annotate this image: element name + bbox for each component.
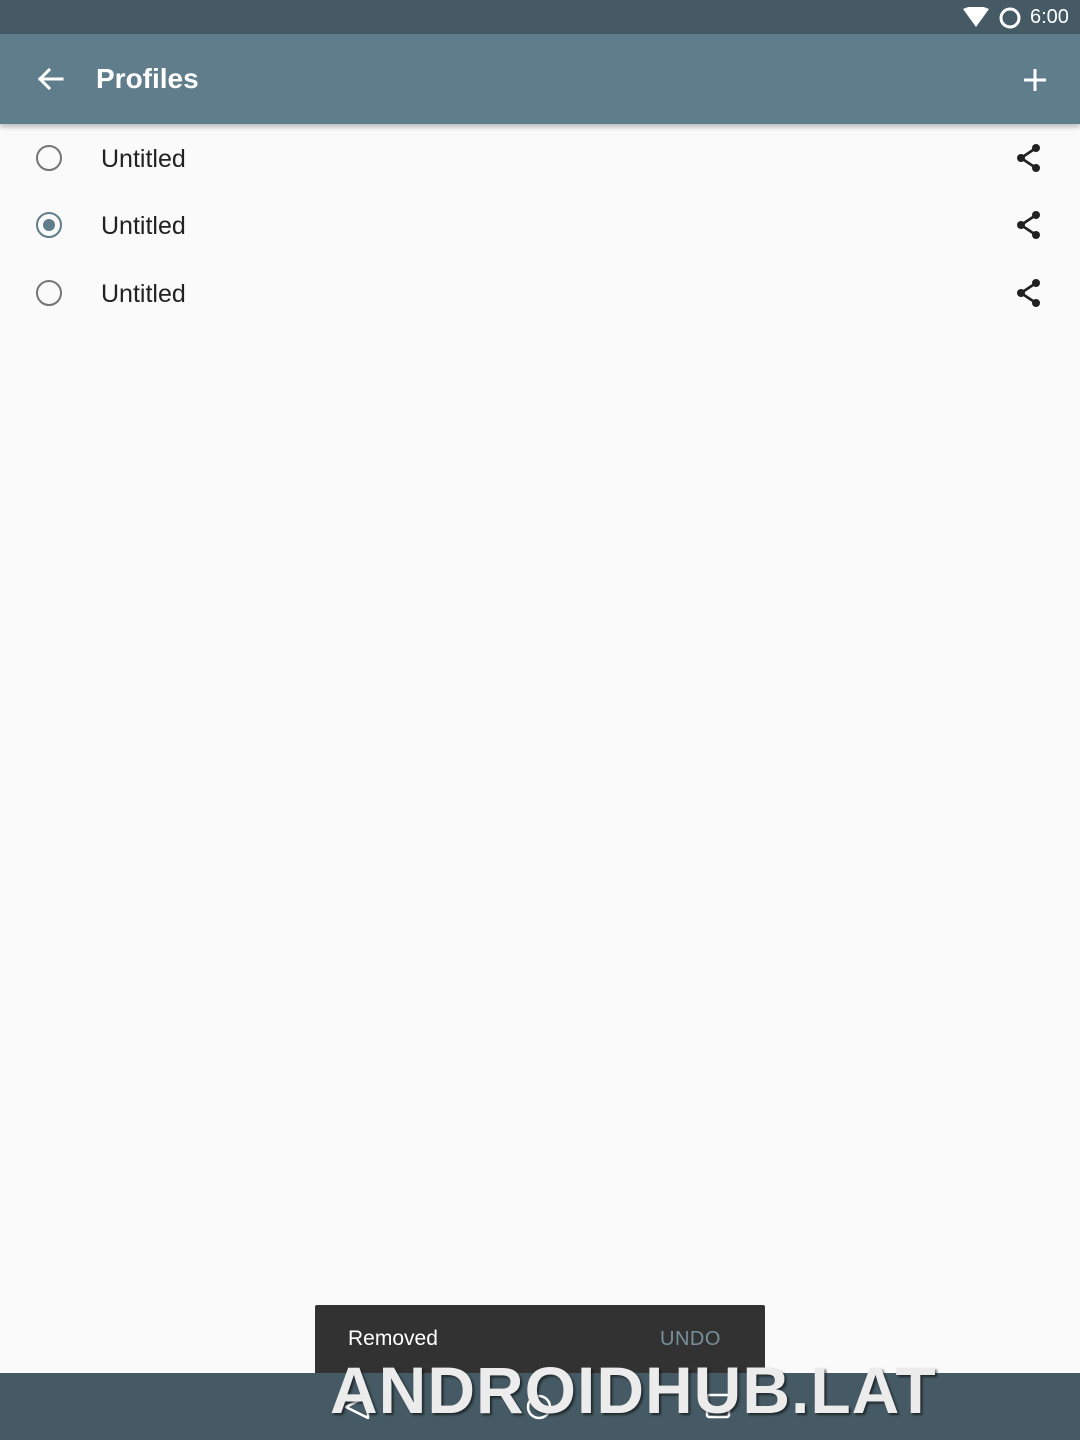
radio-button[interactable] [36, 280, 62, 306]
watermark-logo: ANDROIDHUB.LAT [330, 1353, 937, 1427]
snackbar-message: Removed [348, 1327, 438, 1350]
profile-name: Untitled [101, 145, 186, 173]
profile-name: Untitled [101, 212, 186, 240]
arrow-back-icon[interactable] [34, 63, 66, 95]
plus-icon[interactable] [1018, 63, 1052, 97]
status-time: 6:00 [1030, 6, 1069, 28]
list-item[interactable]: Untitled [0, 259, 1080, 326]
profile-name: Untitled [101, 280, 186, 308]
status-bar: 6:00 [0, 0, 1080, 34]
radio-button-selected[interactable] [36, 212, 62, 238]
list-item[interactable]: Untitled [0, 191, 1080, 258]
list-item[interactable]: Untitled [0, 124, 1080, 191]
wifi-icon [963, 7, 989, 27]
undo-button[interactable]: UNDO [660, 1327, 721, 1351]
share-icon[interactable] [1013, 277, 1045, 309]
radio-button[interactable] [36, 145, 62, 171]
app-toolbar: Profiles [0, 34, 1080, 124]
ring-icon [999, 7, 1021, 29]
page-title: Profiles [96, 63, 199, 94]
share-icon[interactable] [1013, 142, 1045, 174]
share-icon[interactable] [1013, 209, 1045, 241]
